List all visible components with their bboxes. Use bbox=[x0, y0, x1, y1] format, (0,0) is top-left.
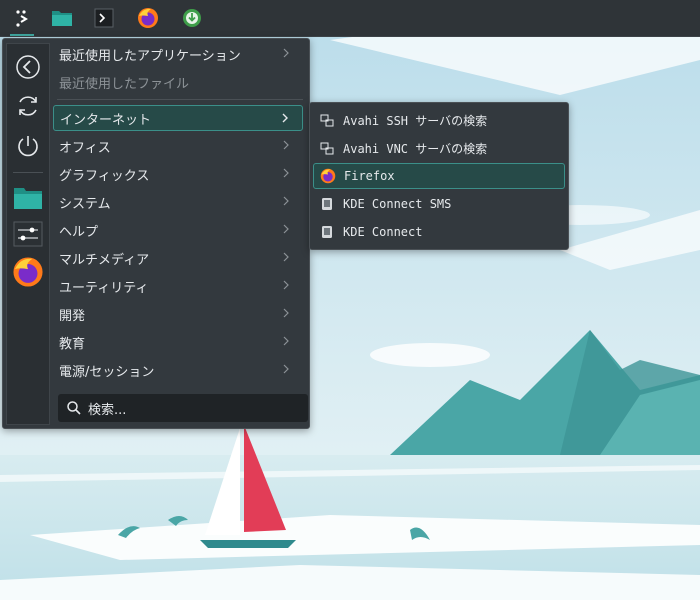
category-label: マルチメディア bbox=[59, 252, 150, 268]
firefox-icon bbox=[13, 257, 43, 287]
chevron-right-icon bbox=[283, 308, 289, 318]
category-help[interactable]: ヘルプ bbox=[53, 217, 303, 243]
category-recent-files[interactable]: 最近使用したファイル bbox=[53, 69, 303, 95]
power-icon bbox=[18, 136, 38, 157]
settings-icon bbox=[13, 221, 43, 247]
search-placeholder: 検索... bbox=[88, 402, 127, 418]
chevron-right-icon bbox=[283, 196, 289, 206]
submenu-item-label: Firefox bbox=[344, 169, 395, 183]
back-icon bbox=[16, 55, 40, 79]
terminal-button[interactable] bbox=[90, 4, 118, 32]
category-label: 最近使用したアプリケーション bbox=[59, 48, 241, 64]
category-multimedia[interactable]: マルチメディア bbox=[53, 245, 303, 271]
category-graphics[interactable]: グラフィックス bbox=[53, 161, 303, 187]
category-label: グラフィックス bbox=[59, 168, 150, 184]
category-utilities[interactable]: ユーティリティ bbox=[53, 273, 303, 299]
submenu-item-label: Avahi VNC サーバの検索 bbox=[343, 141, 488, 156]
internet-submenu: Avahi SSH サーバの検索 Avahi VNC サーバの検索 Firefo… bbox=[309, 102, 569, 250]
submenu-item-kdeconnect[interactable]: KDE Connect bbox=[313, 219, 565, 245]
category-label: ヘルプ bbox=[59, 224, 99, 240]
category-internet[interactable]: インターネット bbox=[53, 105, 303, 131]
search-icon bbox=[67, 401, 81, 415]
submenu-item-label: KDE Connect bbox=[343, 225, 423, 239]
top-panel bbox=[0, 0, 700, 37]
search-input[interactable]: 検索... bbox=[58, 394, 308, 422]
category-label: システム bbox=[59, 196, 111, 212]
category-development[interactable]: 開発 bbox=[53, 301, 303, 327]
category-education[interactable]: 教育 bbox=[53, 329, 303, 355]
submenu-item-avahi-ssh[interactable]: Avahi SSH サーバの検索 bbox=[313, 107, 565, 133]
favorite-file-manager[interactable] bbox=[12, 182, 44, 214]
chevron-right-icon bbox=[283, 224, 289, 234]
software-updater-button[interactable] bbox=[178, 4, 206, 32]
sidebar-divider bbox=[13, 172, 43, 173]
category-label: 開発 bbox=[59, 308, 86, 324]
favorite-firefox[interactable] bbox=[12, 256, 44, 288]
submenu-item-firefox[interactable]: Firefox bbox=[313, 163, 565, 189]
kdeconnect-icon bbox=[322, 198, 332, 210]
chevron-right-icon bbox=[283, 168, 289, 178]
chevron-right-icon bbox=[283, 364, 289, 374]
favorite-system-settings[interactable] bbox=[12, 218, 44, 250]
folder-icon bbox=[14, 188, 42, 209]
submenu-item-avahi-vnc[interactable]: Avahi VNC サーバの検索 bbox=[313, 135, 565, 161]
chevron-right-icon bbox=[282, 113, 288, 123]
menu-separator bbox=[57, 99, 303, 100]
firefox-button[interactable] bbox=[134, 4, 162, 32]
network-icon bbox=[320, 114, 334, 127]
category-office[interactable]: オフィス bbox=[53, 133, 303, 159]
application-menu: 最近使用したアプリケーション 最近使用したファイル インターネット オフィス グ… bbox=[2, 38, 310, 429]
category-power-session[interactable]: 電源/セッション bbox=[53, 357, 303, 383]
category-label: 電源/セッション bbox=[59, 364, 155, 380]
submenu-item-kdeconnect-sms[interactable]: KDE Connect SMS bbox=[313, 191, 565, 217]
application-launcher-button[interactable] bbox=[8, 4, 36, 36]
firefox-icon bbox=[138, 8, 158, 28]
chevron-right-icon bbox=[283, 336, 289, 346]
folder-icon bbox=[52, 11, 72, 26]
download-icon bbox=[183, 9, 201, 27]
submenu-item-label: KDE Connect SMS bbox=[343, 197, 452, 211]
refresh-icon bbox=[19, 96, 37, 116]
category-label: 教育 bbox=[59, 336, 86, 352]
firefox-icon bbox=[320, 168, 336, 184]
refresh-button[interactable] bbox=[12, 90, 44, 122]
chevron-right-icon bbox=[283, 280, 289, 290]
back-button[interactable] bbox=[12, 51, 44, 83]
submenu-item-label: Avahi SSH サーバの検索 bbox=[343, 113, 488, 128]
chevron-right-icon bbox=[283, 48, 289, 58]
category-recent-applications[interactable]: 最近使用したアプリケーション bbox=[53, 41, 303, 67]
chevron-right-icon bbox=[283, 252, 289, 262]
category-label: ユーティリティ bbox=[59, 280, 149, 296]
chevron-right-icon bbox=[283, 140, 289, 150]
category-label: オフィス bbox=[59, 140, 111, 156]
category-label: インターネット bbox=[60, 112, 152, 128]
category-label: 最近使用したファイル bbox=[59, 76, 190, 92]
kdeconnect-icon bbox=[322, 226, 332, 238]
kde-launcher-icon bbox=[16, 10, 28, 27]
file-manager-button[interactable] bbox=[48, 4, 76, 32]
terminal-icon bbox=[94, 8, 114, 28]
menu-sidebar bbox=[6, 43, 50, 425]
power-button[interactable] bbox=[12, 130, 44, 162]
network-icon bbox=[320, 142, 334, 155]
category-system[interactable]: システム bbox=[53, 189, 303, 215]
